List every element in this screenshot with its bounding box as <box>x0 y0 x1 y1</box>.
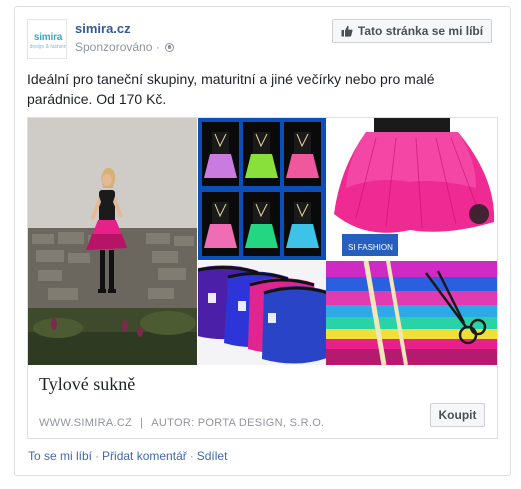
post-actions: To se mi líbí · Přidat komentář · Sdílet <box>28 449 227 463</box>
avatar-logo-subtext: design & fashion <box>29 44 67 50</box>
link-preview[interactable]: SI FASHION Tylové sukně WWW.SIMIRA.CZ | … <box>27 117 498 439</box>
fabric-and-scissors-photo <box>326 261 497 365</box>
page-avatar[interactable]: simira design & fashion <box>27 19 67 59</box>
woman-in-skirt-photo <box>28 118 197 365</box>
link-image-collage[interactable]: SI FASHION <box>28 118 497 365</box>
link-author: AUTOR: PORTA DESIGN, S.R.O. <box>151 417 325 429</box>
action-separator: · <box>95 449 100 463</box>
action-separator: · <box>189 449 194 463</box>
post-text: Ideální pro taneční skupiny, maturitní a… <box>27 71 435 107</box>
globe-icon <box>165 43 175 52</box>
skirt-display-shelf-photo <box>198 118 326 260</box>
sponsored-label[interactable]: Sponzorováno <box>75 40 152 54</box>
sponsored-separator: · <box>155 40 160 54</box>
collage-watermark: SI FASHION <box>348 243 393 252</box>
link-title[interactable]: Tylové sukně <box>39 374 135 395</box>
comment-action-link[interactable]: Přidat komentář <box>102 449 187 463</box>
avatar-logo-text: simira <box>33 32 63 43</box>
post-header: simira design & fashion simira.cz Sponzo… <box>27 19 497 59</box>
sponsored-line: Sponzorováno · <box>75 40 175 54</box>
sponsored-post-card: simira design & fashion simira.cz Sponzo… <box>14 6 511 476</box>
link-domain: WWW.SIMIRA.CZ <box>39 417 133 429</box>
link-meta-separator: | <box>140 417 144 429</box>
pink-tutu-skirt-photo: SI FASHION <box>326 118 497 260</box>
link-meta: WWW.SIMIRA.CZ | AUTOR: PORTA DESIGN, S.R.O… <box>39 417 324 429</box>
like-page-button[interactable]: Tato stránka se mi líbí <box>332 19 492 43</box>
thumbs-up-icon <box>341 25 353 37</box>
like-action-link[interactable]: To se mi líbí <box>28 449 92 463</box>
share-action-link[interactable]: Sdílet <box>197 449 228 463</box>
colorful-skirts-pile-photo <box>198 261 326 365</box>
like-page-button-label: Tato stránka se mi líbí <box>357 24 484 38</box>
shop-now-button[interactable]: Koupit <box>430 403 485 427</box>
page-name-link[interactable]: simira.cz <box>75 21 131 36</box>
